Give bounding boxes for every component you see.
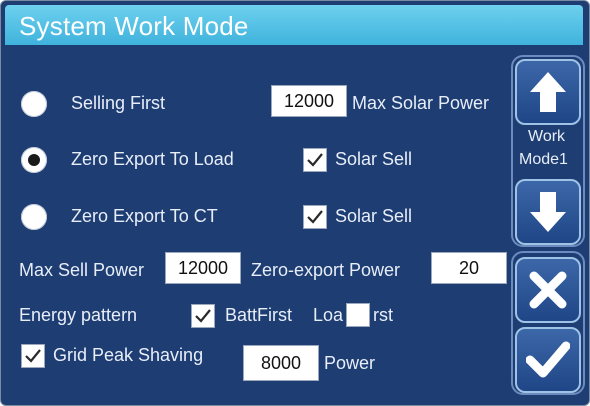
work-mode-label-1: Work xyxy=(528,128,566,145)
label-zero-export-to-load: Zero Export To Load xyxy=(71,149,234,169)
checkbox-load-first[interactable] xyxy=(346,303,370,327)
radio-selling-first[interactable] xyxy=(21,91,47,117)
label-zero-export-to-ct: Zero Export To CT xyxy=(71,206,218,226)
checkbox-grid-peak-shaving[interactable] xyxy=(21,344,45,368)
grid-peak-shaving-unit: Power xyxy=(324,353,376,373)
check-icon xyxy=(307,153,323,167)
radio-zero-export-to-ct[interactable] xyxy=(21,204,47,230)
max-solar-power-label: Max Solar Power xyxy=(352,93,490,113)
label-load-first-part2: rst xyxy=(373,305,393,325)
energy-pattern-label: Energy pattern xyxy=(19,305,138,325)
label-selling-first: Selling First xyxy=(71,93,166,113)
label-batt-first: BattFirst xyxy=(225,305,293,325)
max-sell-power-label: Max Sell Power xyxy=(19,260,145,280)
zero-export-power-label: Zero-export Power xyxy=(251,260,401,280)
arrow-down-icon xyxy=(530,192,566,232)
title-bar: System Work Mode xyxy=(5,5,583,45)
grid-peak-shaving-label: Grid Peak Shaving xyxy=(53,345,204,365)
work-mode-label-2: Mode1 xyxy=(519,151,568,168)
label-solar-sell-load: Solar Sell xyxy=(335,149,413,169)
screen-frame: System Work Mode Selling First 12000 Max… xyxy=(0,0,590,406)
max-solar-power-input[interactable]: 12000 xyxy=(271,85,347,117)
radio-zero-export-to-load[interactable] xyxy=(21,147,47,173)
up-button[interactable] xyxy=(515,59,581,125)
label-load-first-part1: Loa xyxy=(313,305,344,325)
zero-export-power-input[interactable]: 20 xyxy=(431,252,507,284)
check-icon xyxy=(307,210,323,224)
grid-peak-shaving-input[interactable]: 8000 xyxy=(243,345,319,381)
confirm-button[interactable] xyxy=(515,327,581,393)
cancel-button[interactable] xyxy=(515,257,581,323)
checkmark-icon xyxy=(526,341,570,378)
close-icon xyxy=(529,271,567,309)
check-icon xyxy=(195,309,211,323)
max-sell-power-input[interactable]: 12000 xyxy=(165,252,241,284)
check-icon xyxy=(25,349,41,363)
checkbox-solar-sell-ct[interactable] xyxy=(303,205,327,229)
page-title: System Work Mode xyxy=(19,11,249,41)
checkbox-solar-sell-load[interactable] xyxy=(303,148,327,172)
label-solar-sell-ct: Solar Sell xyxy=(335,206,413,226)
checkbox-batt-first[interactable] xyxy=(191,304,215,328)
arrow-up-icon xyxy=(530,72,566,112)
down-button[interactable] xyxy=(515,179,581,245)
